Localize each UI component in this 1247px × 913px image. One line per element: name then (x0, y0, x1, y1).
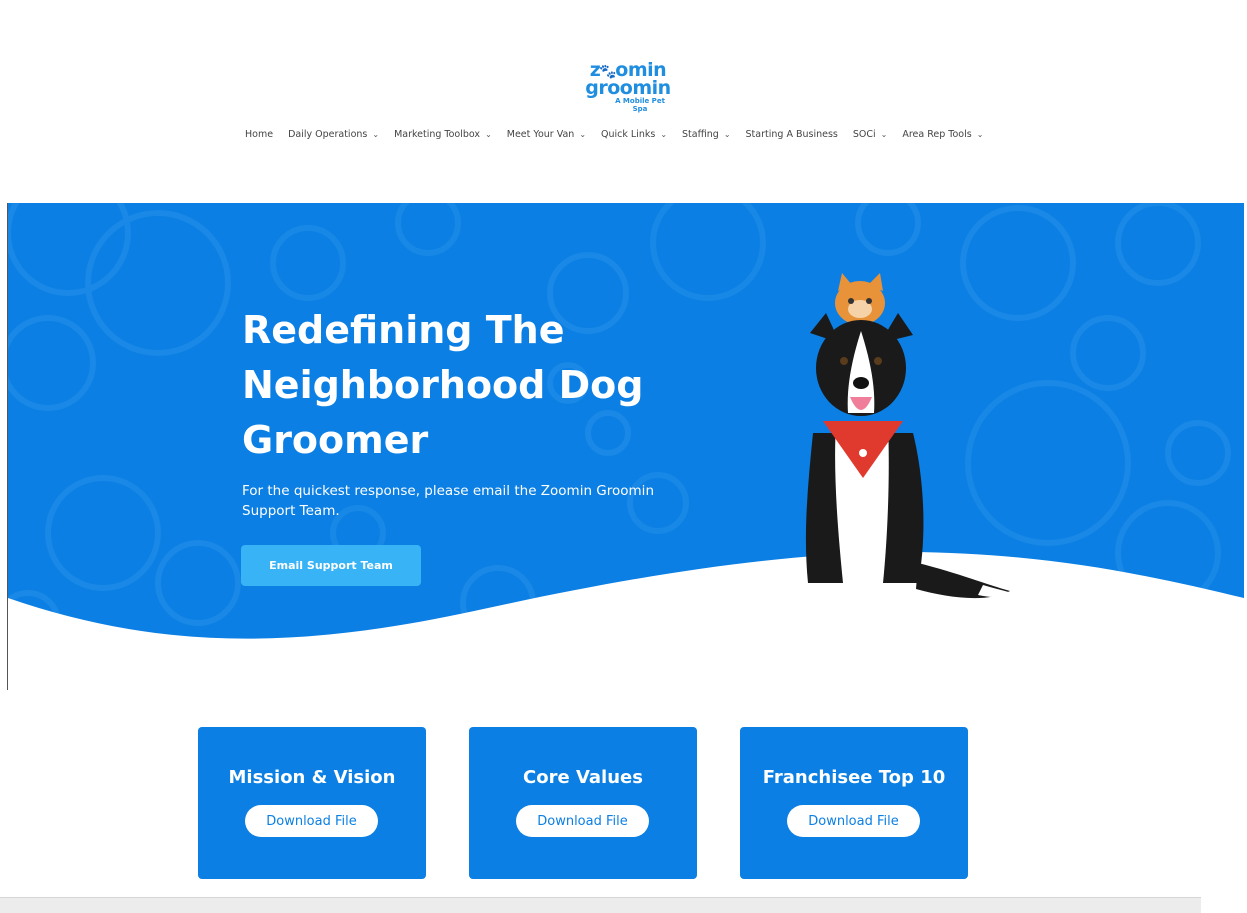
zoomin-groomin-logo[interactable]: z🐾omin groomin A Mobile Pet Spa (583, 61, 673, 114)
hero-banner: Redefining The Neighborhood Dog Groomer … (8, 203, 1244, 690)
nav-item-marketing-toolbox[interactable]: Marketing Toolbox ⌄ (394, 125, 492, 143)
nav-item-daily-operations[interactable]: Daily Operations ⌄ (288, 125, 379, 143)
logo-tagline: A Mobile Pet Spa (615, 97, 665, 113)
browser-bottom-bar (0, 897, 1201, 913)
chevron-down-icon: ⌄ (579, 129, 587, 139)
chevron-down-icon: ⌄ (660, 129, 668, 139)
nav-item-starting-a-business[interactable]: Starting A Business (746, 125, 838, 143)
nav-item-soci[interactable]: SOCi ⌄ (853, 125, 887, 143)
hero-subtitle: For the quickest response, please email … (242, 483, 654, 519)
chevron-down-icon: ⌄ (485, 129, 492, 139)
core-values-card: Core Values Download File (469, 727, 697, 879)
card-title: Core Values (523, 767, 643, 788)
dog-and-cat-photo (805, 273, 1012, 605)
chevron-down-icon: ⌄ (723, 129, 731, 139)
card-title: Mission & Vision (228, 767, 396, 788)
download-file-button[interactable]: Download File (787, 805, 920, 837)
hero-title: Redefining The Neighborhood Dog Groomer (242, 308, 644, 462)
chevron-down-icon: ⌄ (372, 129, 380, 139)
chevron-down-icon: ⌄ (976, 129, 984, 139)
card-title: Franchisee Top 10 (762, 767, 946, 788)
nav-item-area-rep-tools[interactable]: Area Rep Tools ⌄ (902, 125, 983, 143)
logo-wordmark-line2: groomin (585, 77, 671, 99)
nav-item-home[interactable]: Home (245, 125, 273, 143)
franchisee-top-10-card: Franchisee Top 10 Download File (740, 727, 968, 879)
nav-item-quick-links[interactable]: Quick Links ⌄ (601, 125, 667, 143)
site-header: z🐾omin groomin A Mobile Pet Spa Home Dai… (0, 0, 1247, 203)
download-file-button[interactable]: Download File (516, 805, 649, 837)
download-file-button[interactable]: Download File (245, 805, 378, 837)
mission-vision-card: Mission & Vision Download File (198, 727, 426, 879)
nav-item-meet-your-van[interactable]: Meet Your Van ⌄ (507, 125, 586, 143)
email-support-team-button[interactable]: Email Support Team (241, 545, 421, 586)
nav-item-staffing[interactable]: Staffing ⌄ (682, 125, 731, 143)
main-navigation: Home Daily Operations ⌄ Marketing Toolbox… (245, 125, 998, 143)
chevron-down-icon: ⌄ (880, 129, 888, 139)
